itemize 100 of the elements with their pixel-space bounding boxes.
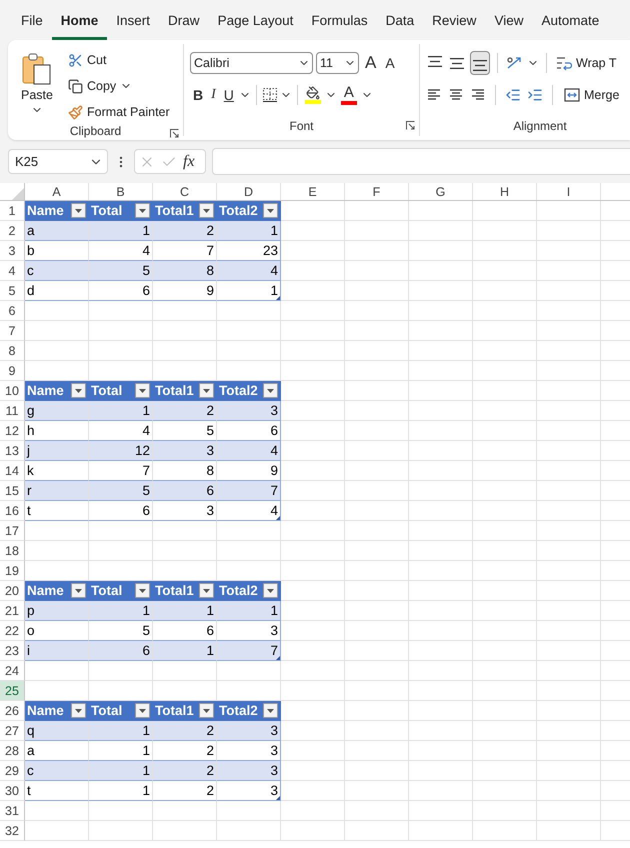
copy-icon [68, 78, 83, 94]
copy-button[interactable]: Copy [66, 74, 172, 98]
dropdown-arrow-icon [139, 208, 146, 212]
paint-bucket-icon [306, 86, 320, 100]
column-heading-cell: Total [89, 701, 153, 721]
scissors-icon [68, 52, 83, 68]
table-cell: i [25, 641, 89, 661]
column-header[interactable]: B [89, 183, 153, 200]
dialog-launcher-icon[interactable] [406, 121, 415, 130]
table-cell: 7 [217, 641, 281, 661]
underline-button[interactable]: U [220, 83, 237, 107]
table-cell: 1 [217, 281, 281, 301]
column-header[interactable]: G [409, 183, 473, 200]
column-heading-cell: Total2 [217, 581, 281, 601]
menu-tab[interactable]: File [12, 10, 52, 40]
table-cell: c [25, 261, 89, 281]
menu-tab[interactable]: Review [423, 10, 486, 40]
filter-button[interactable] [71, 383, 86, 398]
menu-tab[interactable]: Draw [159, 10, 209, 40]
filter-button[interactable] [135, 203, 150, 218]
column-header[interactable]: F [345, 183, 409, 200]
filter-button[interactable] [135, 703, 150, 718]
dialog-launcher-icon[interactable] [170, 129, 179, 138]
table-cell: a [25, 221, 89, 241]
filter-button[interactable] [71, 203, 86, 218]
table-cell: 4 [217, 501, 281, 521]
align-middle-icon [450, 58, 464, 68]
wrap-text-button[interactable]: Wrap T [554, 51, 619, 75]
dropdown-arrow-icon [267, 388, 274, 392]
wrap-text-icon [556, 55, 572, 71]
formula-field[interactable] [212, 148, 630, 175]
column-header[interactable]: D [217, 183, 281, 200]
format-painter-button[interactable]: Format Painter [66, 100, 172, 124]
filter-button[interactable] [71, 583, 86, 598]
italic-button[interactable]: I [208, 83, 219, 107]
font-color-button[interactable]: A [338, 82, 359, 108]
filter-button[interactable] [199, 703, 214, 718]
menu-tab[interactable]: Page Layout [208, 10, 302, 40]
table-cell: 3 [217, 761, 281, 781]
table-cell: 3 [217, 721, 281, 741]
clipboard-icon [21, 52, 53, 86]
filter-button[interactable] [263, 383, 278, 398]
font-name-field[interactable]: Calibri [190, 52, 313, 74]
table-cell: 1 [89, 721, 153, 741]
column-heading-cell: Total1 [153, 701, 217, 721]
menu-tab[interactable]: Insert [107, 10, 160, 40]
group-label: Clipboard [70, 124, 122, 138]
dropdown-arrow-icon [267, 708, 274, 712]
increase-indent-icon[interactable] [527, 87, 543, 103]
menu-tab[interactable]: Formulas [302, 10, 377, 40]
dropdown-arrow-icon [139, 388, 146, 392]
table-cell: 8 [153, 261, 217, 281]
column-header[interactable]: C [153, 183, 217, 200]
table-cell: 6 [217, 421, 281, 441]
filter-button[interactable] [199, 383, 214, 398]
table-cell: 3 [217, 401, 281, 421]
column-header[interactable]: H [473, 183, 537, 200]
menu-tab[interactable]: Automate [532, 10, 608, 40]
group-label: Alignment [513, 119, 567, 133]
column-heading-cell: Total1 [153, 381, 217, 401]
align-bottom-button[interactable] [470, 51, 490, 75]
bold-button[interactable]: B [190, 83, 206, 107]
orientation-icon[interactable] [505, 55, 523, 71]
dropdown-arrow-icon [203, 388, 210, 392]
filter-button[interactable] [199, 203, 214, 218]
cut-button[interactable]: Cut [66, 48, 172, 72]
paste-button[interactable]: Paste [14, 48, 60, 124]
paintbrush-icon [68, 104, 83, 120]
borders-icon[interactable] [262, 87, 278, 103]
table-cell: 1 [89, 601, 153, 621]
dropdown-arrow-icon [139, 588, 146, 592]
filter-button[interactable] [263, 703, 278, 718]
filter-button[interactable] [71, 703, 86, 718]
filter-button[interactable] [135, 383, 150, 398]
row-header[interactable]: 25 [0, 681, 25, 701]
menu-tab[interactable]: Data [376, 10, 424, 40]
filter-button[interactable] [263, 203, 278, 218]
column-header[interactable]: I [537, 183, 601, 200]
table-cell: 6 [89, 641, 153, 661]
font-size-field[interactable]: 11 [316, 52, 359, 74]
column-heading-cell: Total1 [153, 581, 217, 601]
merge-button[interactable]: Merge [562, 83, 622, 107]
shrink-font-button[interactable]: A [382, 51, 398, 75]
table-cell: 1 [89, 761, 153, 781]
table-cell: 1 [217, 221, 281, 241]
filter-button[interactable] [263, 583, 278, 598]
table-cell: 9 [217, 461, 281, 481]
menu-tab[interactable]: View [485, 10, 532, 40]
column-header[interactable]: E [281, 183, 345, 200]
column-heading-cell: Total1 [153, 201, 217, 221]
grow-font-button[interactable]: A [362, 51, 380, 75]
table-cell: 2 [153, 721, 217, 741]
filter-button[interactable] [135, 583, 150, 598]
decrease-indent-icon[interactable] [505, 87, 521, 103]
column-header[interactable]: A [25, 183, 89, 200]
insert-function-button[interactable]: fx [183, 152, 195, 170]
column-heading-cell: Total2 [217, 201, 281, 221]
filter-button[interactable] [199, 583, 214, 598]
table-cell: 12 [89, 441, 153, 461]
name-box[interactable]: K25 [8, 149, 108, 174]
